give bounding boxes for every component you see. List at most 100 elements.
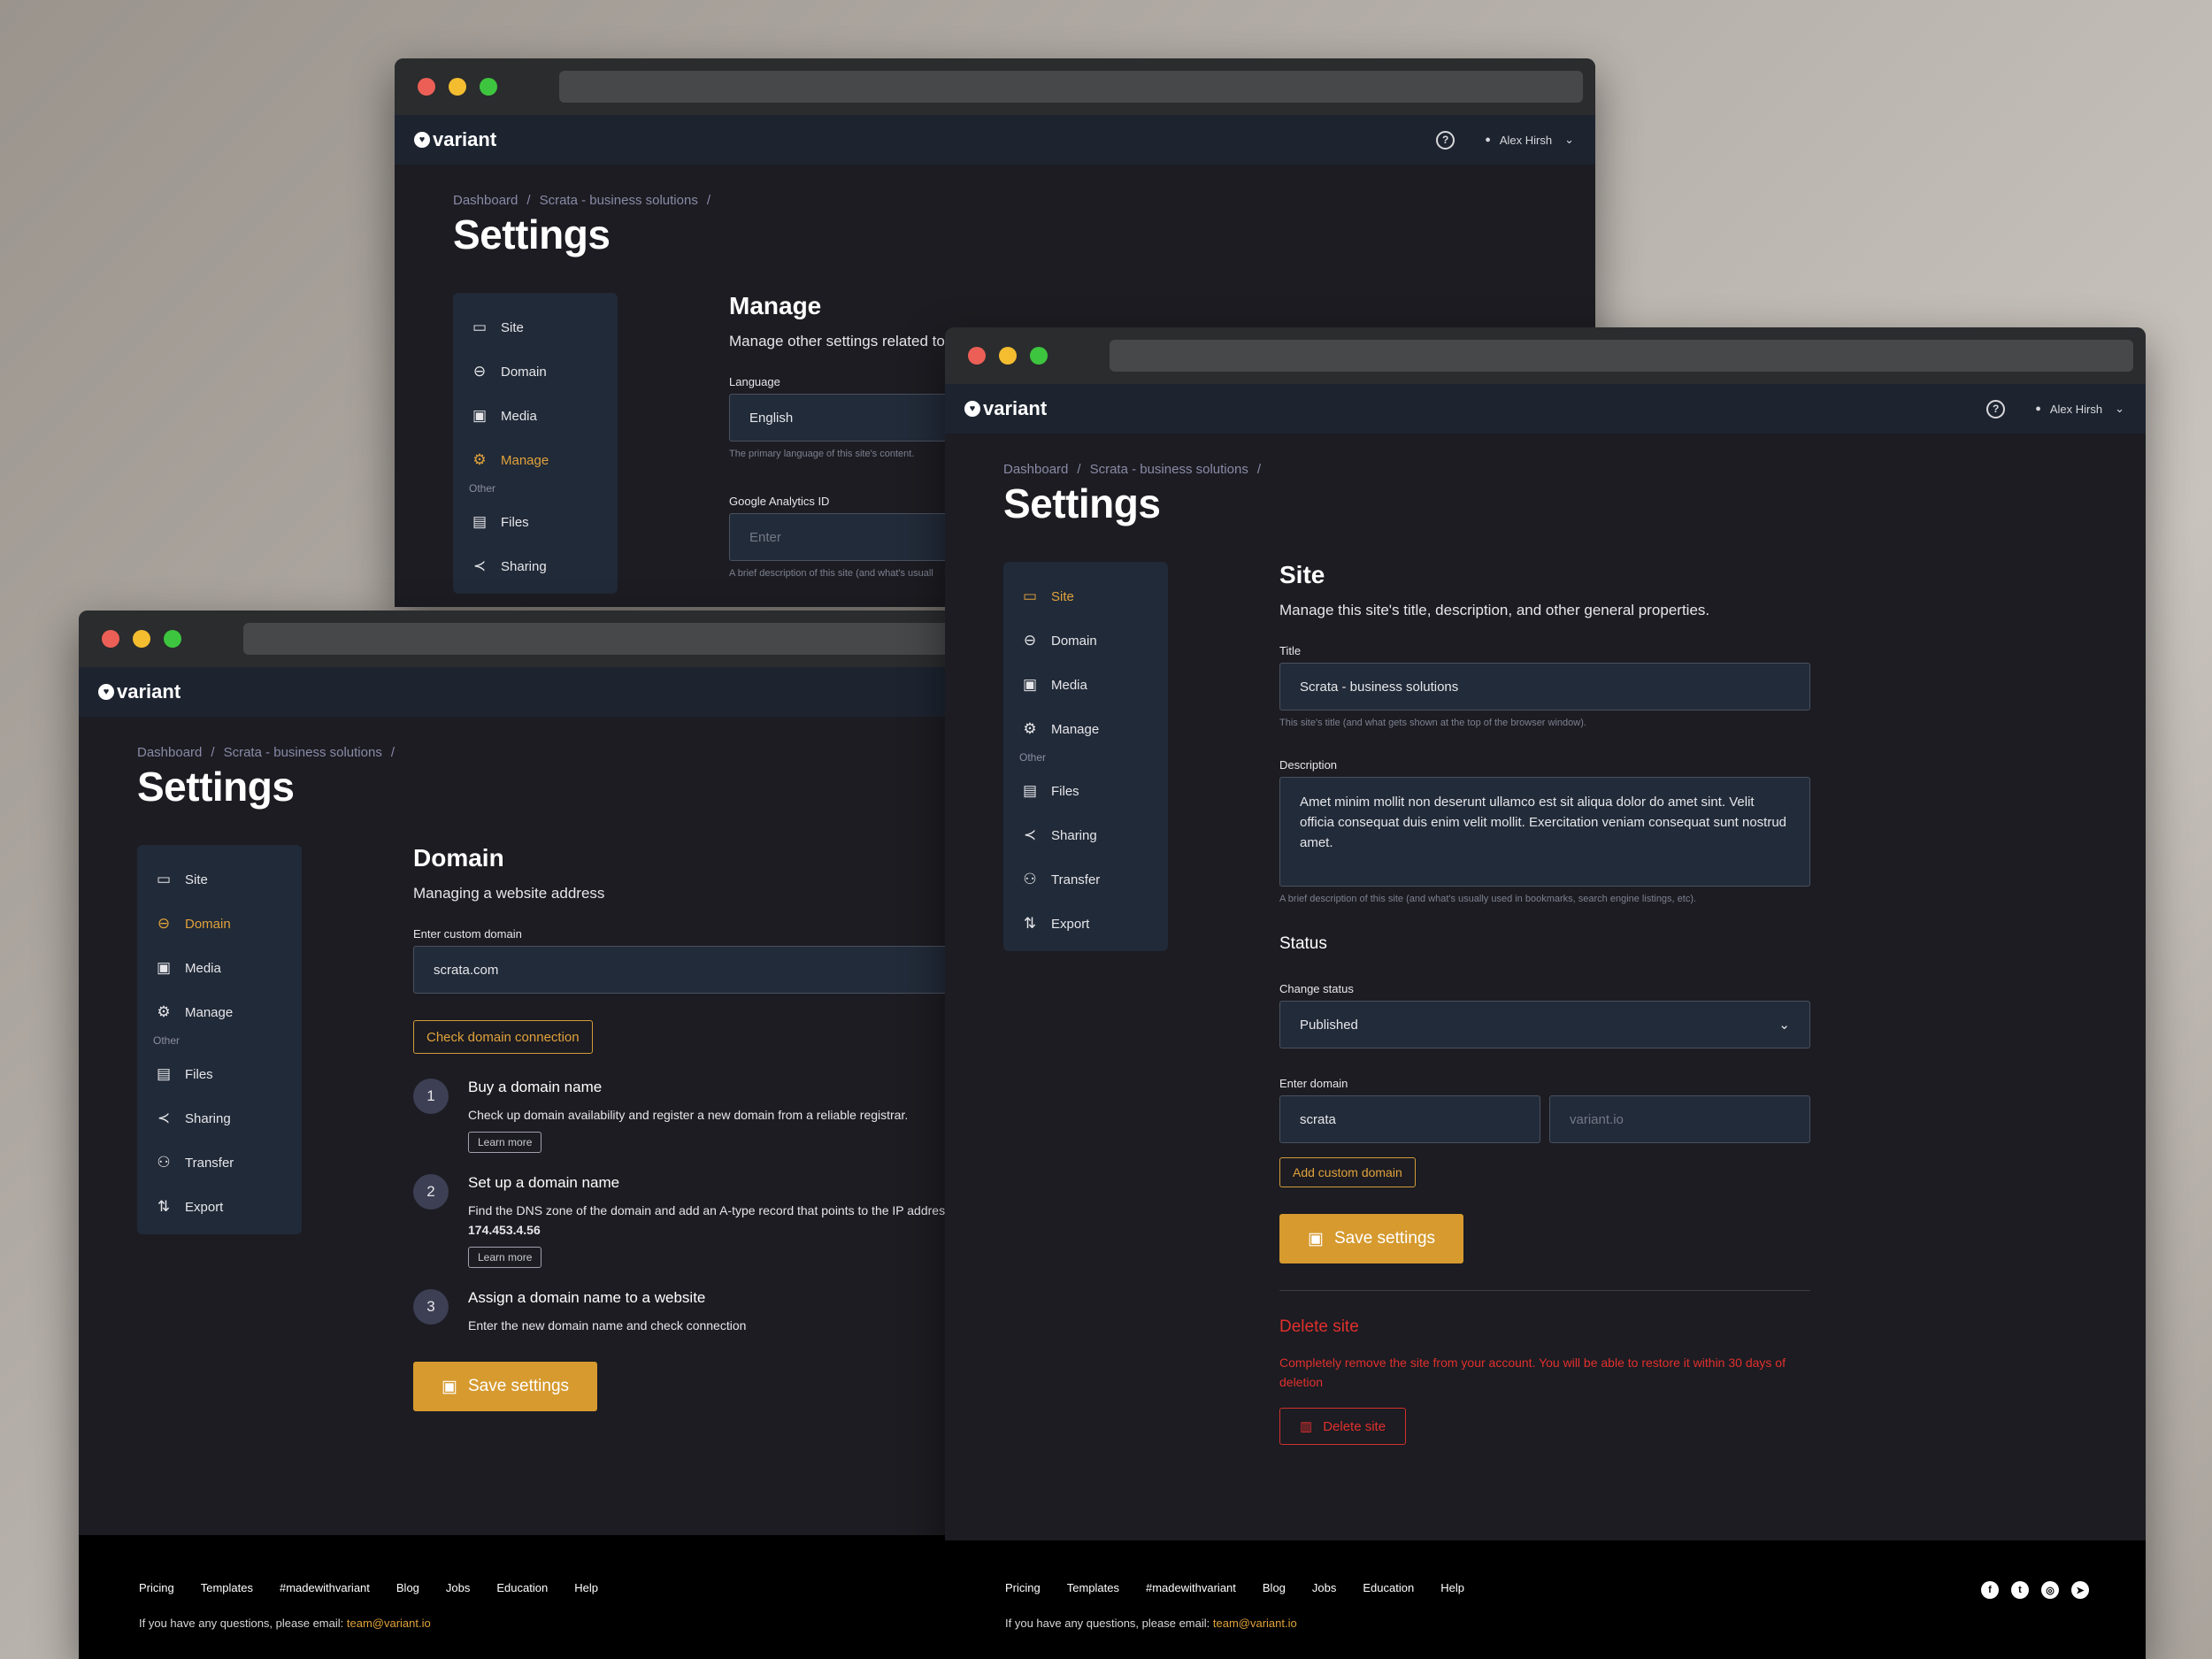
sidebar-item-media[interactable]: ▣ Media	[1003, 663, 1168, 707]
sidebar-item-sharing[interactable]: ≺ Sharing	[453, 544, 618, 588]
close-window-button[interactable]	[418, 78, 435, 96]
sidebar-item-files[interactable]: ▤ Files	[1003, 769, 1168, 813]
variant-logo[interactable]: ♥ variant	[98, 679, 180, 705]
step-title: Buy a domain name	[468, 1079, 603, 1095]
footer-link-help[interactable]: Help	[1440, 1581, 1464, 1594]
sidebar-item-transfer[interactable]: ⚇ Transfer	[137, 1141, 302, 1185]
save-icon: ▣	[442, 1377, 457, 1396]
sidebar-item-sharing[interactable]: ≺ Sharing	[137, 1096, 302, 1141]
breadcrumb-separator: /	[1256, 462, 1261, 477]
user-menu[interactable]: Alex Hirsh	[1500, 134, 1552, 147]
telegram-icon[interactable]: ➤	[2071, 1581, 2089, 1599]
sidebar-item-files[interactable]: ▤ Files	[137, 1052, 302, 1096]
sidebar-item-domain[interactable]: ⊖ Domain	[1003, 618, 1168, 663]
sidebar-item-domain[interactable]: ⊖ Domain	[137, 902, 302, 946]
footer-link-jobs[interactable]: Jobs	[446, 1581, 470, 1594]
sidebar-item-manage[interactable]: ⚙ Manage	[137, 990, 302, 1034]
breadcrumb-dashboard[interactable]: Dashboard	[137, 745, 202, 760]
footer-link-templates[interactable]: Templates	[1067, 1581, 1119, 1594]
address-bar[interactable]	[559, 71, 1583, 103]
custom-domain-input[interactable]: scrata.com	[413, 946, 964, 994]
maximize-window-button[interactable]	[480, 78, 497, 96]
footer-link-madewithvariant[interactable]: #madewithvariant	[280, 1581, 370, 1594]
twitter-icon[interactable]: t	[2011, 1581, 2029, 1599]
sidebar-item-manage[interactable]: ⚙ Manage	[1003, 707, 1168, 751]
sidebar-item-sharing[interactable]: ≺ Sharing	[1003, 813, 1168, 857]
facebook-icon[interactable]: f	[1981, 1581, 1999, 1599]
add-custom-domain-button[interactable]: Add custom domain	[1279, 1157, 1416, 1187]
link-icon: ⊖	[157, 915, 171, 932]
footer-link-madewithvariant[interactable]: #madewithvariant	[1146, 1581, 1236, 1594]
sidebar-item-media[interactable]: ▣ Media	[453, 394, 618, 438]
learn-more-button[interactable]: Learn more	[468, 1247, 542, 1268]
save-settings-button[interactable]: ▣ Save settings	[413, 1362, 598, 1411]
footer-link-pricing[interactable]: Pricing	[1005, 1581, 1041, 1594]
breadcrumb-dashboard[interactable]: Dashboard	[453, 193, 518, 208]
maximize-window-button[interactable]	[1030, 347, 1048, 365]
instagram-icon[interactable]: ◎	[2041, 1581, 2059, 1599]
variant-logo[interactable]: ♥ variant	[414, 127, 496, 153]
check-domain-button[interactable]: Check domain connection	[413, 1020, 593, 1054]
footer-link-education[interactable]: Education	[1363, 1581, 1414, 1594]
footer-note-text: If you have any questions, please email:	[139, 1617, 344, 1630]
help-icon[interactable]: ?	[1436, 130, 1455, 150]
sidebar-item-site[interactable]: ▭ Site	[1003, 574, 1168, 618]
sidebar-item-manage[interactable]: ⚙ Manage	[453, 438, 618, 482]
sidebar-item-media[interactable]: ▣ Media	[137, 946, 302, 990]
footer-email-link[interactable]: team@variant.io	[347, 1617, 431, 1630]
footer-link-blog[interactable]: Blog	[1263, 1581, 1286, 1594]
address-bar[interactable]	[243, 623, 951, 655]
sidebar-item-domain[interactable]: ⊖ Domain	[453, 349, 618, 394]
chevron-down-icon[interactable]: ⌄	[2115, 402, 2124, 416]
footer-link-education[interactable]: Education	[496, 1581, 548, 1594]
sidebar-item-label: Domain	[501, 364, 547, 380]
breadcrumb-site[interactable]: Scrata - business solutions	[1090, 462, 1248, 477]
laptop-icon: ▭	[1022, 588, 1038, 604]
breadcrumb-site[interactable]: Scrata - business solutions	[540, 193, 698, 208]
share-icon: ≺	[1023, 826, 1037, 843]
export-arrows-icon: ⇅	[157, 1198, 171, 1215]
breadcrumb-dashboard[interactable]: Dashboard	[1003, 462, 1068, 477]
sidebar-item-site[interactable]: ▭ Site	[453, 305, 618, 349]
sidebar-item-site[interactable]: ▭ Site	[137, 857, 302, 902]
sidebar-item-label: Media	[1051, 677, 1087, 693]
sidebar-item-export[interactable]: ⇅ Export	[1003, 902, 1168, 946]
learn-more-button[interactable]: Learn more	[468, 1132, 542, 1153]
minimize-window-button[interactable]	[999, 347, 1017, 365]
domain-suffix-input[interactable]: variant.io	[1549, 1095, 1810, 1143]
variant-logo-icon: ♥	[964, 401, 980, 417]
breadcrumb: Dashboard / Scrata - business solutions /	[453, 193, 719, 208]
close-window-button[interactable]	[968, 347, 986, 365]
share-icon: ≺	[157, 1110, 171, 1126]
footer-email-link[interactable]: team@variant.io	[1213, 1617, 1297, 1630]
address-bar[interactable]	[1110, 340, 2133, 372]
sidebar-item-transfer[interactable]: ⚇ Transfer	[1003, 857, 1168, 902]
sidebar-item-export[interactable]: ⇅ Export	[137, 1185, 302, 1229]
user-menu[interactable]: Alex Hirsh	[2050, 403, 2102, 416]
save-settings-button[interactable]: ▣ Save settings	[1279, 1214, 1464, 1263]
title-input[interactable]: Scrata - business solutions	[1279, 663, 1810, 710]
delete-site-button[interactable]: ▥ Delete site	[1279, 1408, 1407, 1445]
chevron-down-icon[interactable]: ⌄	[1564, 133, 1574, 147]
footer-link-help[interactable]: Help	[574, 1581, 598, 1594]
footer-link-jobs[interactable]: Jobs	[1312, 1581, 1336, 1594]
minimize-window-button[interactable]	[133, 630, 150, 648]
settings-sidebar: ▭ Site ⊖ Domain ▣ Media ⚙ Manage Other ▤ File…	[137, 845, 302, 1234]
sidebar-item-label: Transfer	[185, 1155, 234, 1171]
close-window-button[interactable]	[102, 630, 119, 648]
help-icon[interactable]: ?	[1986, 399, 2006, 419]
sidebar-item-files[interactable]: ▤ Files	[453, 500, 618, 544]
image-icon: ▣	[1022, 676, 1038, 693]
minimize-window-button[interactable]	[449, 78, 466, 96]
footer-link-templates[interactable]: Templates	[201, 1581, 253, 1594]
status-select[interactable]: Published ⌄	[1279, 1001, 1810, 1048]
footer-link-pricing[interactable]: Pricing	[139, 1581, 174, 1594]
maximize-window-button[interactable]	[164, 630, 181, 648]
domain-input[interactable]: scrata	[1279, 1095, 1540, 1143]
domain-input-group: scrata variant.io	[1279, 1095, 1810, 1143]
delete-site-description: Completely remove the site from your acc…	[1279, 1356, 1786, 1389]
breadcrumb-site[interactable]: Scrata - business solutions	[224, 745, 382, 760]
variant-logo[interactable]: ♥ variant	[964, 396, 1047, 422]
footer-link-blog[interactable]: Blog	[396, 1581, 419, 1594]
description-textarea[interactable]: Amet minim mollit non deserunt ullamco e…	[1279, 777, 1810, 887]
